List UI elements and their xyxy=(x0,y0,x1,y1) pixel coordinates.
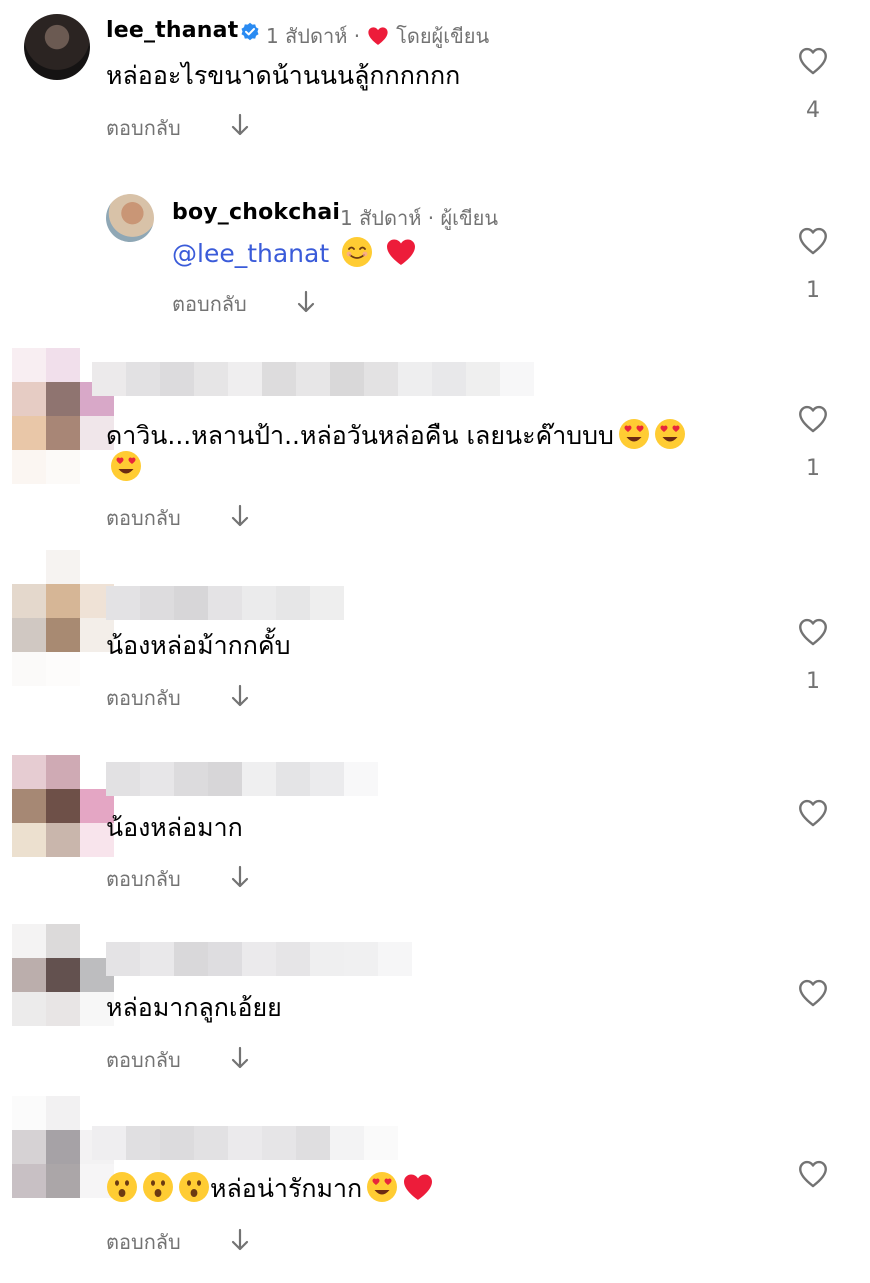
username-censored xyxy=(92,362,534,396)
arrow-down-icon[interactable] xyxy=(230,1228,250,1252)
surprised-face-emoji xyxy=(142,1171,174,1203)
arrow-down-icon[interactable] xyxy=(230,865,250,889)
avatar[interactable] xyxy=(12,924,114,1026)
like-count: 4 xyxy=(806,98,820,123)
smiling-face-emoji xyxy=(341,236,373,268)
avatar[interactable] xyxy=(106,194,154,242)
reply-button[interactable]: ตอบกลับ xyxy=(106,863,181,895)
verified-badge-icon xyxy=(241,22,259,41)
heart-outline-icon[interactable] xyxy=(795,402,831,436)
heart-eyes-emoji xyxy=(366,1171,398,1203)
heart-outline-icon[interactable] xyxy=(795,1157,831,1191)
like-count: 1 xyxy=(806,278,820,303)
comment-meta: 1 สัปดาห์ · โดยผู้เขียน xyxy=(266,20,489,52)
username-censored xyxy=(92,1126,398,1160)
mention-link[interactable]: @lee_thanat xyxy=(172,239,329,268)
comment-text: น้องหล่อมาก xyxy=(106,813,243,842)
heart-outline-icon[interactable] xyxy=(795,976,831,1010)
red-heart-emoji xyxy=(385,236,417,268)
surprised-face-emoji xyxy=(178,1171,210,1203)
username-censored xyxy=(106,942,412,976)
comment-text: @lee_thanat xyxy=(172,236,417,272)
heart-eyes-emoji xyxy=(654,418,686,450)
comment-text: น้องหล่อม้ากกคั้บ xyxy=(106,631,291,660)
username[interactable]: boy_chokchai xyxy=(172,200,340,225)
heart-outline-icon[interactable] xyxy=(795,615,831,649)
comment-meta: 1 สัปดาห์ · ผู้เขียน xyxy=(340,202,498,234)
comment-text: หล่อมากลูกเอ้ยย xyxy=(106,993,282,1022)
liked-by-author-label: โดยผู้เขียน xyxy=(396,24,490,48)
arrow-down-icon[interactable] xyxy=(230,504,250,528)
timestamp: 1 สัปดาห์ · xyxy=(266,24,361,48)
heart-outline-icon[interactable] xyxy=(795,224,831,258)
reply-button[interactable]: ตอบกลับ xyxy=(106,502,181,534)
avatar[interactable] xyxy=(24,14,90,80)
reply-button[interactable]: ตอบกลับ xyxy=(106,1226,181,1258)
timestamp: 1 สัปดาห์ · ผู้เขียน xyxy=(340,206,499,230)
username-censored xyxy=(106,586,344,620)
comment-text: หล่อน่ารักมาก xyxy=(106,1171,434,1207)
like-count: 1 xyxy=(806,669,820,694)
heart-outline-icon[interactable] xyxy=(795,796,831,830)
comment-text-continued xyxy=(106,450,142,486)
comment-text-body: หล่อน่ารักมาก xyxy=(210,1174,363,1203)
username[interactable]: lee_thanat xyxy=(106,18,238,43)
reply-button[interactable]: ตอบกลับ xyxy=(172,288,247,320)
avatar[interactable] xyxy=(12,550,114,686)
heart-eyes-emoji xyxy=(618,418,650,450)
reply-button[interactable]: ตอบกลับ xyxy=(106,682,181,714)
username-censored xyxy=(106,762,378,796)
comment-text-body: ดาวิน...หลานป้า..หล่อวันหล่อคืน เลยนะค๊า… xyxy=(106,421,614,450)
arrow-down-icon[interactable] xyxy=(230,1046,250,1070)
comment-text: ดาวิน...หลานป้า..หล่อวันหล่อคืน เลยนะค๊า… xyxy=(106,418,686,454)
arrow-down-icon[interactable] xyxy=(230,684,250,708)
arrow-down-icon[interactable] xyxy=(230,113,250,137)
red-heart-emoji xyxy=(402,1171,434,1203)
comment-text: หล่ออะไรขนาดน้านนนลู้กกกกกก xyxy=(106,61,461,90)
heart-eyes-emoji xyxy=(110,450,142,482)
avatar[interactable] xyxy=(12,755,114,857)
heart-filled-icon xyxy=(366,25,390,47)
reply-button[interactable]: ตอบกลับ xyxy=(106,112,181,144)
like-count: 1 xyxy=(806,456,820,481)
surprised-face-emoji xyxy=(106,1171,138,1203)
reply-button[interactable]: ตอบกลับ xyxy=(106,1044,181,1076)
arrow-down-icon[interactable] xyxy=(296,290,316,314)
heart-outline-icon[interactable] xyxy=(795,44,831,78)
